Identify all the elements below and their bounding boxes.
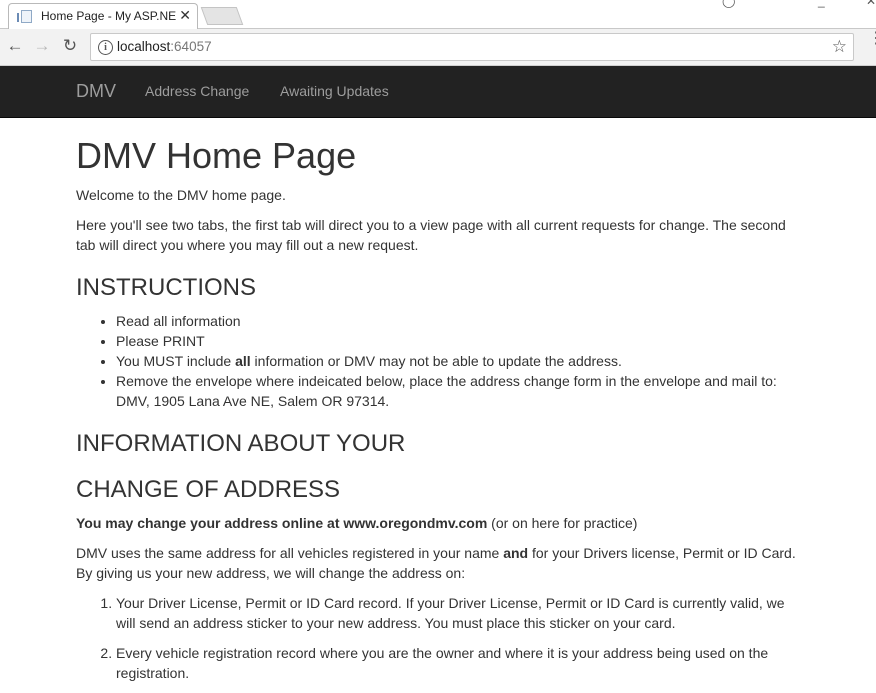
list-item: You MUST include all information or DMV … (116, 351, 800, 371)
address-bar[interactable]: i localhost:64057 ☆ (90, 33, 854, 61)
instructions-list: Read all information Please PRINT You MU… (76, 311, 800, 411)
vehicles-text: DMV uses the same address for all vehicl… (76, 543, 800, 583)
nav-link-awaiting-updates[interactable]: Awaiting Updates (280, 83, 389, 99)
list-item: Remove the envelope where indeicated bel… (116, 371, 800, 411)
vehicles-text-before: DMV uses the same address for all vehicl… (76, 545, 504, 561)
info-heading: INFORMATION ABOUT YOUR (76, 430, 406, 457)
reload-icon[interactable]: ↻ (60, 36, 80, 56)
nav-link-address-change[interactable]: Address Change (145, 83, 249, 99)
url-host: localhost (117, 39, 171, 54)
vehicles-bold-text: and (503, 545, 529, 561)
close-tab-icon[interactable]: ✕ (179, 7, 191, 24)
profile-icon[interactable]: ◯ (722, 0, 735, 8)
close-window-icon[interactable]: ✕ (866, 0, 876, 8)
browser-tabstrip: Home Page - My ASP.NE ✕ ◯ _ ✕ (0, 0, 876, 30)
minimize-window-icon[interactable]: _ (818, 0, 825, 8)
change-of-address-heading: CHANGE OF ADDRESS (76, 476, 341, 503)
list-item: Read all information (116, 311, 800, 331)
page-favicon-icon (17, 10, 32, 23)
forward-arrow-icon[interactable]: → (32, 36, 52, 56)
online-change-text: You may change your address online at ww… (76, 513, 800, 533)
instructions-heading: INSTRUCTIONS (76, 274, 256, 301)
item-text: You MUST include (116, 353, 236, 369)
navbar-brand[interactable]: DMV (76, 81, 116, 102)
url-port: :64057 (170, 39, 212, 54)
list-item: Your Driver License, Permit or ID Card r… (116, 593, 800, 633)
list-item: Please PRINT (116, 331, 800, 351)
new-tab-button[interactable] (200, 7, 244, 25)
back-arrow-icon[interactable]: ← (5, 36, 25, 56)
page-title: DMV Home Page (76, 135, 357, 176)
list-item: Every vehicle registration record where … (116, 643, 800, 683)
browser-tab[interactable]: Home Page - My ASP.NE ✕ (8, 3, 198, 29)
item-bold-text: all (235, 353, 251, 369)
online-bold-text: You may change your address online at ww… (76, 515, 488, 531)
url-text[interactable]: localhost:64057 (117, 39, 212, 54)
site-info-icon[interactable]: i (98, 40, 113, 55)
item-text: information or DMV may not be able to up… (250, 353, 622, 369)
main-content: DMV Home Page Welcome to the DMV home pa… (76, 117, 800, 693)
records-list: Your Driver License, Permit or ID Card r… (76, 593, 800, 683)
bookmark-star-icon[interactable]: ☆ (832, 37, 847, 57)
welcome-text: Welcome to the DMV home page. (76, 187, 286, 203)
browser-toolbar: ← → ↻ i localhost:64057 ☆ ⋮ (0, 29, 876, 66)
intro-text: Here you'll see two tabs, the first tab … (76, 217, 786, 253)
browser-menu-icon[interactable]: ⋮ (868, 31, 876, 47)
tab-title: Home Page - My ASP.NE (41, 9, 177, 23)
site-navbar: DMV Address Change Awaiting Updates (0, 66, 876, 118)
online-rest-text: (or on here for practice) (487, 515, 638, 531)
